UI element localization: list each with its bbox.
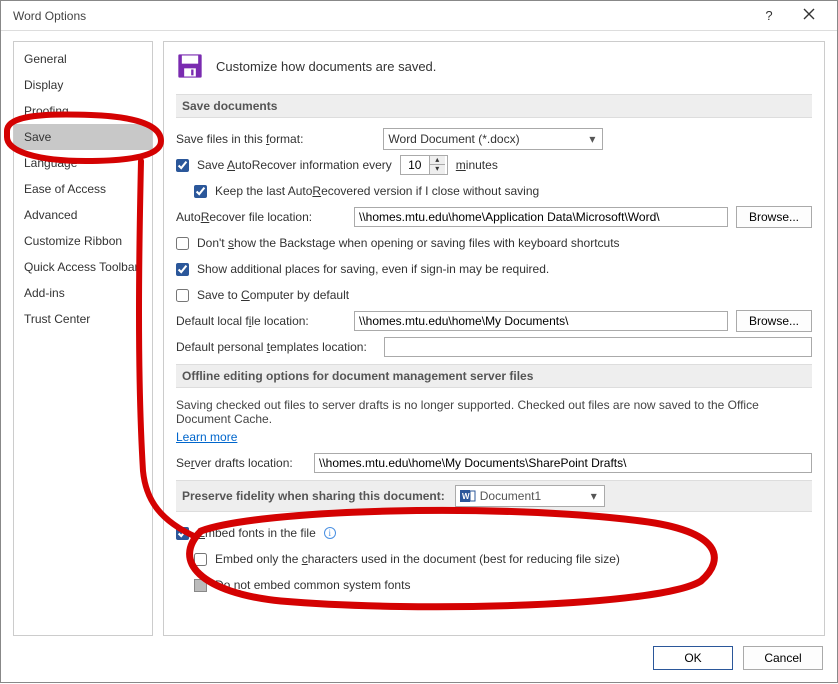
content-pane: Customize how documents are saved. Save … (163, 41, 825, 636)
do-not-embed-common-label: Do not embed common system fonts (215, 578, 410, 592)
ok-button[interactable]: OK (653, 646, 733, 670)
ar-location-input[interactable] (354, 207, 728, 227)
window-title: Word Options (13, 9, 749, 23)
row-autorecover: Save AutoRecover information every ▴▾ mi… (176, 154, 812, 176)
embed-only-chars-label: Embed only the characters used in the do… (215, 552, 620, 566)
save-to-computer-checkbox[interactable] (176, 289, 189, 302)
preserve-fidelity-label: Preserve fidelity when sharing this docu… (182, 489, 445, 503)
show-additional-checkbox[interactable] (176, 263, 189, 276)
section-save-documents: Save documents (176, 94, 812, 118)
do-not-embed-common-checkbox[interactable] (194, 579, 207, 592)
save-format-label: Save files in this format: (176, 132, 303, 146)
save-format-select[interactable]: Word Document (*.docx) ▾ (383, 128, 603, 150)
learn-more-link[interactable]: Learn more (176, 430, 237, 444)
word-options-dialog: Word Options ? General Display Proofing … (0, 0, 838, 683)
row-default-local: Default local file location: Browse... (176, 310, 812, 332)
autorecover-minutes-spinner[interactable]: ▴▾ (400, 155, 448, 175)
row-embed-only-chars: Embed only the characters used in the do… (176, 548, 812, 570)
server-drafts-input[interactable] (314, 453, 812, 473)
sidebar-item-addins[interactable]: Add-ins (14, 280, 152, 306)
server-drafts-label: Server drafts location: (176, 456, 306, 470)
ar-location-label: AutoRecover file location: (176, 210, 346, 224)
row-show-additional: Show additional places for saving, even … (176, 258, 812, 280)
default-local-browse-button[interactable]: Browse... (736, 310, 812, 332)
dialog-footer: OK Cancel (1, 636, 837, 682)
chevron-down-icon: ▾ (584, 132, 600, 146)
autorecover-label: Save AutoRecover information every (197, 158, 392, 172)
autorecover-minutes-input[interactable] (401, 156, 429, 174)
close-button[interactable] (789, 8, 829, 23)
document-target-value: Document1 (480, 489, 541, 503)
help-button[interactable]: ? (749, 8, 789, 23)
sidebar-item-customize-ribbon[interactable]: Customize Ribbon (14, 228, 152, 254)
row-ar-location: AutoRecover file location: Browse... (176, 206, 812, 228)
keep-last-label: Keep the last AutoRecovered version if I… (215, 184, 539, 198)
sidebar-item-proofing[interactable]: Proofing (14, 98, 152, 124)
sidebar-item-save[interactable]: Save (14, 124, 152, 150)
row-dont-show-backstage: Don't show the Backstage when opening or… (176, 232, 812, 254)
embed-fonts-label: Embed fonts in the file (197, 526, 316, 540)
row-embed-fonts: Embed fonts in the file i (176, 522, 812, 544)
save-to-computer-label: Save to Computer by default (197, 288, 349, 302)
save-icon (176, 52, 204, 80)
sidebar-item-display[interactable]: Display (14, 72, 152, 98)
word-doc-icon: W (460, 488, 476, 504)
embed-only-chars-checkbox[interactable] (194, 553, 207, 566)
autorecover-checkbox[interactable] (176, 159, 189, 172)
page-headline: Customize how documents are saved. (216, 59, 436, 74)
ar-browse-button[interactable]: Browse... (736, 206, 812, 228)
page-header: Customize how documents are saved. (176, 52, 812, 80)
save-format-value: Word Document (*.docx) (388, 132, 519, 146)
spin-down-icon[interactable]: ▾ (429, 165, 445, 174)
sidebar-item-quick-access-toolbar[interactable]: Quick Access Toolbar (14, 254, 152, 280)
embed-fonts-checkbox[interactable] (176, 527, 189, 540)
row-save-format: Save files in this format: Word Document… (176, 128, 812, 150)
show-additional-label: Show additional places for saving, even … (197, 262, 549, 276)
section-preserve-fidelity: Preserve fidelity when sharing this docu… (176, 480, 812, 512)
section-offline-editing: Offline editing options for document man… (176, 364, 812, 388)
info-icon[interactable]: i (324, 527, 336, 539)
titlebar: Word Options ? (1, 1, 837, 31)
dialog-body: General Display Proofing Save Language E… (1, 31, 837, 636)
svg-text:W: W (462, 492, 470, 501)
sidebar-item-ease-of-access[interactable]: Ease of Access (14, 176, 152, 202)
sidebar-item-general[interactable]: General (14, 46, 152, 72)
default-local-label: Default local file location: (176, 314, 346, 328)
cancel-button[interactable]: Cancel (743, 646, 823, 670)
offline-note: Saving checked out files to server draft… (176, 398, 812, 426)
category-sidebar: General Display Proofing Save Language E… (13, 41, 153, 636)
default-templates-input[interactable] (384, 337, 812, 357)
row-do-not-embed-common: Do not embed common system fonts (176, 574, 812, 596)
autorecover-minutes-unit: minutes (456, 158, 498, 172)
sidebar-item-language[interactable]: Language (14, 150, 152, 176)
row-keep-last: Keep the last AutoRecovered version if I… (176, 180, 812, 202)
row-server-drafts: Server drafts location: (176, 452, 812, 474)
sidebar-item-trust-center[interactable]: Trust Center (14, 306, 152, 332)
row-default-templates: Default personal templates location: (176, 336, 812, 358)
sidebar-item-advanced[interactable]: Advanced (14, 202, 152, 228)
keep-last-checkbox[interactable] (194, 185, 207, 198)
dont-show-backstage-label: Don't show the Backstage when opening or… (197, 236, 620, 250)
dont-show-backstage-checkbox[interactable] (176, 237, 189, 250)
row-save-to-computer: Save to Computer by default (176, 284, 812, 306)
default-templates-label: Default personal templates location: (176, 340, 376, 354)
chevron-down-icon: ▾ (586, 489, 602, 503)
document-target-select[interactable]: W Document1 ▾ (455, 485, 605, 507)
default-local-input[interactable] (354, 311, 728, 331)
